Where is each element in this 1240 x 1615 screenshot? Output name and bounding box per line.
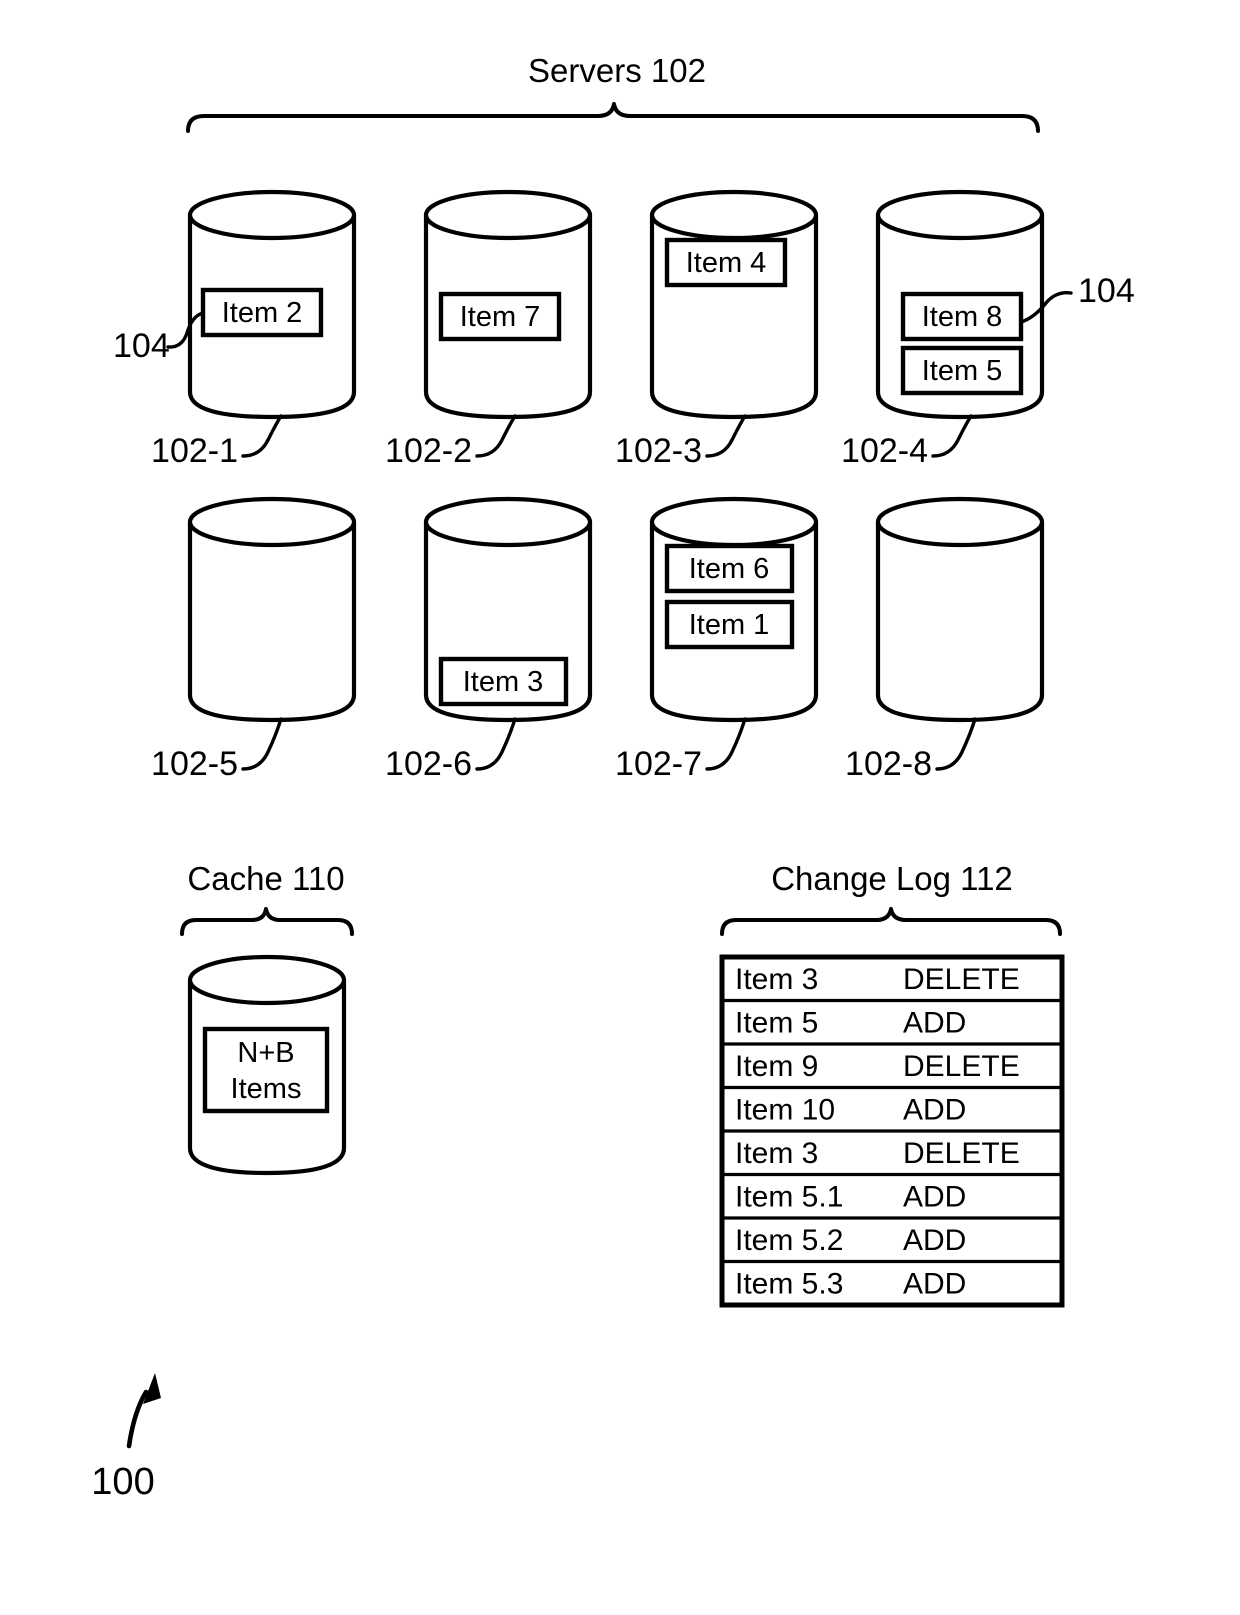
server-ref-102-3-leader — [705, 414, 747, 458]
server-ref-102-1: 102-1 — [151, 432, 238, 470]
changelog-action: ADD — [903, 1224, 966, 1257]
item-label: Item 4 — [686, 247, 767, 279]
figure-canvas: Servers 102 Item 2 Item 7 Item 4 Item 8 … — [91, 52, 1135, 1503]
cache-items-box: N+B Items — [202, 1026, 330, 1114]
item-box-102-4-1: Item 5 — [900, 345, 1024, 396]
server-102-3 — [649, 189, 819, 420]
server-ref-102-5: 102-5 — [151, 745, 238, 783]
callout-104-left: 104 — [113, 327, 170, 365]
changelog-action: ADD — [903, 1180, 966, 1213]
cache-title: Cache 110 — [187, 860, 344, 897]
changelog-action: DELETE — [903, 1050, 1020, 1083]
changelog-item: Item 10 — [735, 1093, 835, 1126]
changelog-item: Item 5.2 — [735, 1224, 843, 1257]
server-ref-102-8-leader — [935, 717, 977, 771]
cache-brace — [180, 907, 354, 936]
figure-number: 100 — [91, 1461, 154, 1503]
item-box-102-2-0: Item 7 — [438, 291, 562, 342]
servers-title: Servers 102 — [528, 52, 706, 89]
changelog-title: Change Log 112 — [771, 860, 1013, 897]
changelog-action: DELETE — [903, 1137, 1020, 1170]
server-ref-102-4: 102-4 — [841, 432, 928, 470]
changelog-action: ADD — [903, 1267, 966, 1300]
server-102-5 — [187, 496, 357, 723]
changelog-action: DELETE — [903, 963, 1020, 996]
changelog-item: Item 9 — [735, 1050, 818, 1083]
server-ref-102-2: 102-2 — [385, 432, 472, 470]
server-ref-102-2-leader — [475, 414, 517, 458]
patent-figure: Servers 102 Item 2 Item 7 Item 4 Item 8 … — [0, 0, 1240, 1615]
item-box-102-4-0: Item 8 — [900, 291, 1024, 342]
server-102-8 — [875, 496, 1045, 723]
item-label: Item 1 — [689, 609, 770, 641]
server-ref-102-7-leader — [705, 717, 747, 771]
item-label: Item 8 — [922, 301, 1003, 333]
changelog-item: Item 5.3 — [735, 1267, 843, 1300]
changelog-item: Item 3 — [735, 1137, 818, 1170]
item-label: Item 5 — [922, 355, 1003, 387]
server-ref-102-3: 102-3 — [615, 432, 702, 470]
item-box-102-7-0: Item 6 — [664, 543, 795, 594]
item-box-102-3-0: Item 4 — [664, 237, 788, 288]
item-box-102-6-0: Item 3 — [438, 656, 569, 707]
changelog-item: Item 5.1 — [735, 1180, 843, 1213]
servers-brace — [186, 102, 1040, 133]
changelog-item: Item 5 — [735, 1006, 818, 1039]
changelog-action: ADD — [903, 1006, 966, 1039]
changelog-action: ADD — [903, 1093, 966, 1126]
item-label: Item 7 — [460, 301, 541, 333]
changelog-brace — [720, 907, 1062, 936]
cache-label-line2: Items — [231, 1073, 302, 1105]
server-ref-102-6-leader — [475, 717, 517, 771]
figure-arrow-curve — [126, 1389, 149, 1449]
figure-arrow-head — [143, 1373, 161, 1404]
callout-104-right: 104 — [1078, 272, 1135, 310]
item-label: Item 3 — [463, 666, 544, 698]
cache-label-line1: N+B — [237, 1037, 294, 1069]
item-box-102-1-0: Item 2 — [200, 287, 324, 338]
server-ref-102-1-leader — [241, 414, 283, 458]
server-ref-102-6: 102-6 — [385, 745, 472, 783]
server-ref-102-8: 102-8 — [845, 745, 932, 783]
item-box-102-7-1: Item 1 — [664, 599, 795, 650]
item-label: Item 6 — [689, 553, 770, 585]
server-ref-102-4-leader — [931, 414, 973, 458]
item-label: Item 2 — [222, 297, 303, 329]
server-ref-102-7: 102-7 — [615, 745, 702, 783]
server-ref-102-5-leader — [241, 717, 283, 771]
changelog-item: Item 3 — [735, 963, 818, 996]
